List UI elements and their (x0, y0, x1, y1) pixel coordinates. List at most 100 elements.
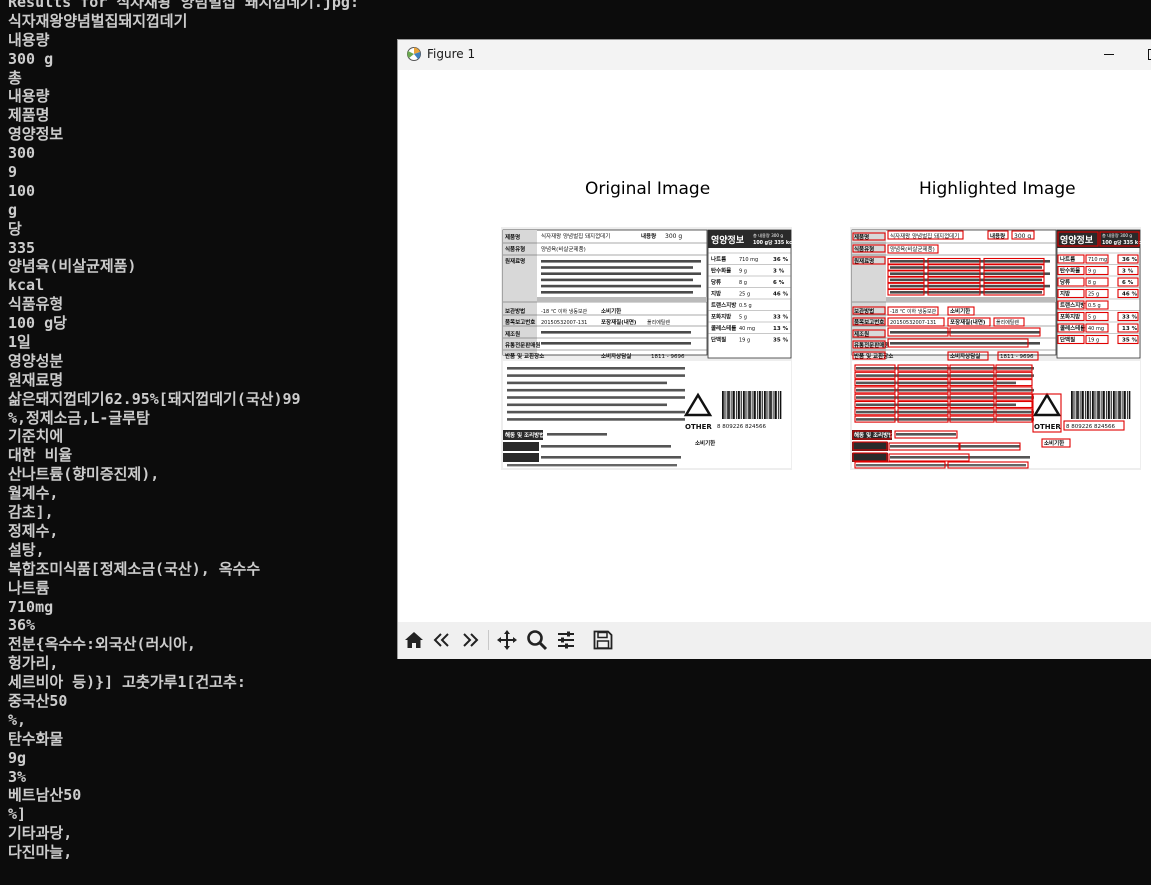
label-recycle-mark: OTHER (685, 423, 712, 431)
label-nutrient-name: 나트륨 (1060, 255, 1075, 263)
terminal-line: Results for 식자재왕 양념벌집 돼지껍데기.jpg: (8, 0, 359, 11)
terminal-line: %,정제소금,L-글루탐 (8, 408, 150, 427)
pan-button[interactable] (495, 628, 519, 652)
terminal-line: 대한 비율 (8, 446, 73, 465)
terminal-line: 335 (8, 238, 36, 257)
terminal-line: g (8, 200, 18, 219)
label-expiry: 소비기한 (601, 307, 621, 315)
label-nutrient-pct: 36 % (773, 257, 789, 263)
label-howto: 해동 및 조리방법 (854, 431, 893, 439)
label-nutrient-pct: 13 % (773, 326, 789, 332)
label-nutrient-pct: 46 % (773, 292, 789, 298)
label-nutrient-pct: 13 % (1122, 326, 1138, 332)
figure-canvas[interactable]: Original Image Highlighted Image 제품명 식품유형… (398, 70, 1151, 622)
label-nutrient-pct: 36 % (1122, 257, 1138, 263)
subplot-title-highlighted: Highlighted Image (919, 179, 1076, 199)
label-nutrient-pct: 33 % (1122, 315, 1138, 321)
terminal-line: 설탕, (8, 540, 45, 559)
label-row-title: 반품 및 교환장소 (505, 352, 544, 360)
label-consumer-number: 1811 - 9696 (1000, 354, 1034, 360)
label-nutrient-amount: 25 g (1088, 292, 1099, 298)
label-nutrition-kcal: 100 g당 335 kcal (1102, 239, 1141, 246)
label-nutrient-amount: 0.5 g (1088, 303, 1101, 309)
label-storage: -18 ℃ 이하 냉동보관 (890, 308, 937, 315)
label-nutrient-name: 단백질 (1060, 336, 1075, 344)
label-nutrient-amount: 40 mg (739, 326, 755, 332)
terminal-line: 중국산50 (8, 691, 68, 710)
forward-arrow-icon (463, 633, 479, 647)
terminal-line: 베트남산50 (8, 786, 82, 805)
terminal-line: 영양성분 (8, 351, 64, 370)
save-button[interactable] (591, 628, 615, 652)
terminal-line: 100 (8, 181, 36, 200)
figure-window[interactable]: Figure 1 Original Image Highlighted Imag… (397, 39, 1151, 659)
label-row-title: 식품유형 (505, 245, 525, 253)
label-nutrient-pct: 3 % (773, 269, 785, 275)
back-button[interactable] (430, 628, 454, 652)
label-packaging-value: 폴리에틸렌 (996, 319, 1019, 326)
label-nutrient-name: 포화지방 (1060, 313, 1080, 321)
configure-subplots-button[interactable] (554, 628, 578, 652)
terminal-line: 제품명 (8, 106, 50, 125)
window-titlebar[interactable]: Figure 1 (398, 40, 1151, 70)
terminal-line: 양념육(비살균제품) (8, 257, 137, 276)
toolbar-separator (488, 630, 489, 650)
forward-button[interactable] (458, 628, 482, 652)
label-food-type: 양념육(비살균제품) (890, 245, 935, 253)
label-nutrient-name: 단백질 (711, 336, 726, 344)
minimize-button[interactable] (1091, 40, 1127, 70)
label-howto: 해동 및 조리방법 (505, 431, 544, 439)
label-nutrient-amount: 19 g (1088, 338, 1099, 344)
save-icon (593, 630, 613, 650)
label-nutrient-name: 당류 (711, 278, 721, 286)
label-nutrient-amount: 710 mg (739, 257, 758, 263)
label-consumer-line: 소비자상담실 (601, 352, 631, 360)
terminal-line: %] (8, 805, 27, 824)
label-nutrient-name: 지방 (711, 290, 721, 298)
terminal-line: 300 g (8, 49, 54, 68)
original-image: 제품명 식품유형 원재료명 보관방법 품목보고번호 제조원 유통전문판매원 반품 및 교환장소… (501, 227, 792, 470)
terminal-line: 내용량 (8, 30, 50, 49)
label-row-title: 원재료명 (505, 257, 525, 265)
label-nutrient-amount: 0.5 g (739, 303, 752, 309)
label-nutrient-name: 지방 (1060, 290, 1070, 298)
label-nutrition-total: 총 내용량 300 g (1102, 232, 1132, 239)
home-icon (405, 632, 423, 648)
home-button[interactable] (402, 628, 426, 652)
label-nutrient-name: 탄수화물 (1060, 267, 1080, 275)
terminal-line: 삶은돼지껍데기62.95%[돼지껍데기(국산)99 (8, 389, 301, 408)
terminal-line: 영양정보 (8, 125, 64, 144)
label-product-name: 식자재왕 양념벌집 돼지껍데기 (541, 232, 610, 240)
minimize-icon (1104, 54, 1114, 55)
label-nutrient-name: 콜레스테롤 (711, 324, 736, 332)
label-nutrient-name: 트랜스지방 (1060, 301, 1085, 309)
terminal-line: 월계수, (8, 484, 59, 503)
label-nutrient-pct: 33 % (773, 315, 789, 321)
terminal-line: 나트륨 (8, 578, 50, 597)
label-nutrient-pct: 46 % (1122, 292, 1138, 298)
label-nutrient-amount: 19 g (739, 338, 750, 344)
zoom-icon (527, 630, 548, 651)
label-nutrient-name: 나트륨 (711, 255, 726, 263)
zoom-button[interactable] (525, 628, 549, 652)
label-packaging: 포장재질(내면) (950, 318, 986, 326)
label-nutrition-total: 총 내용량 300 g (753, 232, 783, 239)
back-arrow-icon (433, 633, 449, 647)
label-expiry-2: 소비기한 (1044, 439, 1064, 447)
terminal-line: 식자재왕양념벌집돼지껍데기 (8, 11, 188, 30)
label-recycle-mark: OTHER (1034, 423, 1061, 431)
label-nutrient-name: 포화지방 (711, 313, 731, 321)
terminal-line: 산나트륨(향미증진제), (8, 465, 160, 484)
label-nutrition-header: 영양정보 (1060, 234, 1094, 246)
terminal-output: Results for 식자재왕 양념벌집 돼지껍데기.jpg: 식자재왕양념벌집… (8, 0, 359, 862)
terminal-line: 3% (8, 767, 27, 786)
figure-toolbar (398, 622, 1151, 659)
label-nutrient-pct: 35 % (1122, 338, 1138, 344)
terminal-line: 100 g당 (8, 314, 67, 333)
label-packaging: 포장재질(내면) (601, 318, 637, 326)
label-row-title: 품목보고번호 (505, 318, 535, 326)
maximize-button[interactable] (1138, 40, 1151, 70)
terminal-line: %, (8, 710, 27, 729)
label-nutrient-amount: 8 g (739, 280, 747, 286)
terminal-line: 기타과당, (8, 824, 73, 843)
